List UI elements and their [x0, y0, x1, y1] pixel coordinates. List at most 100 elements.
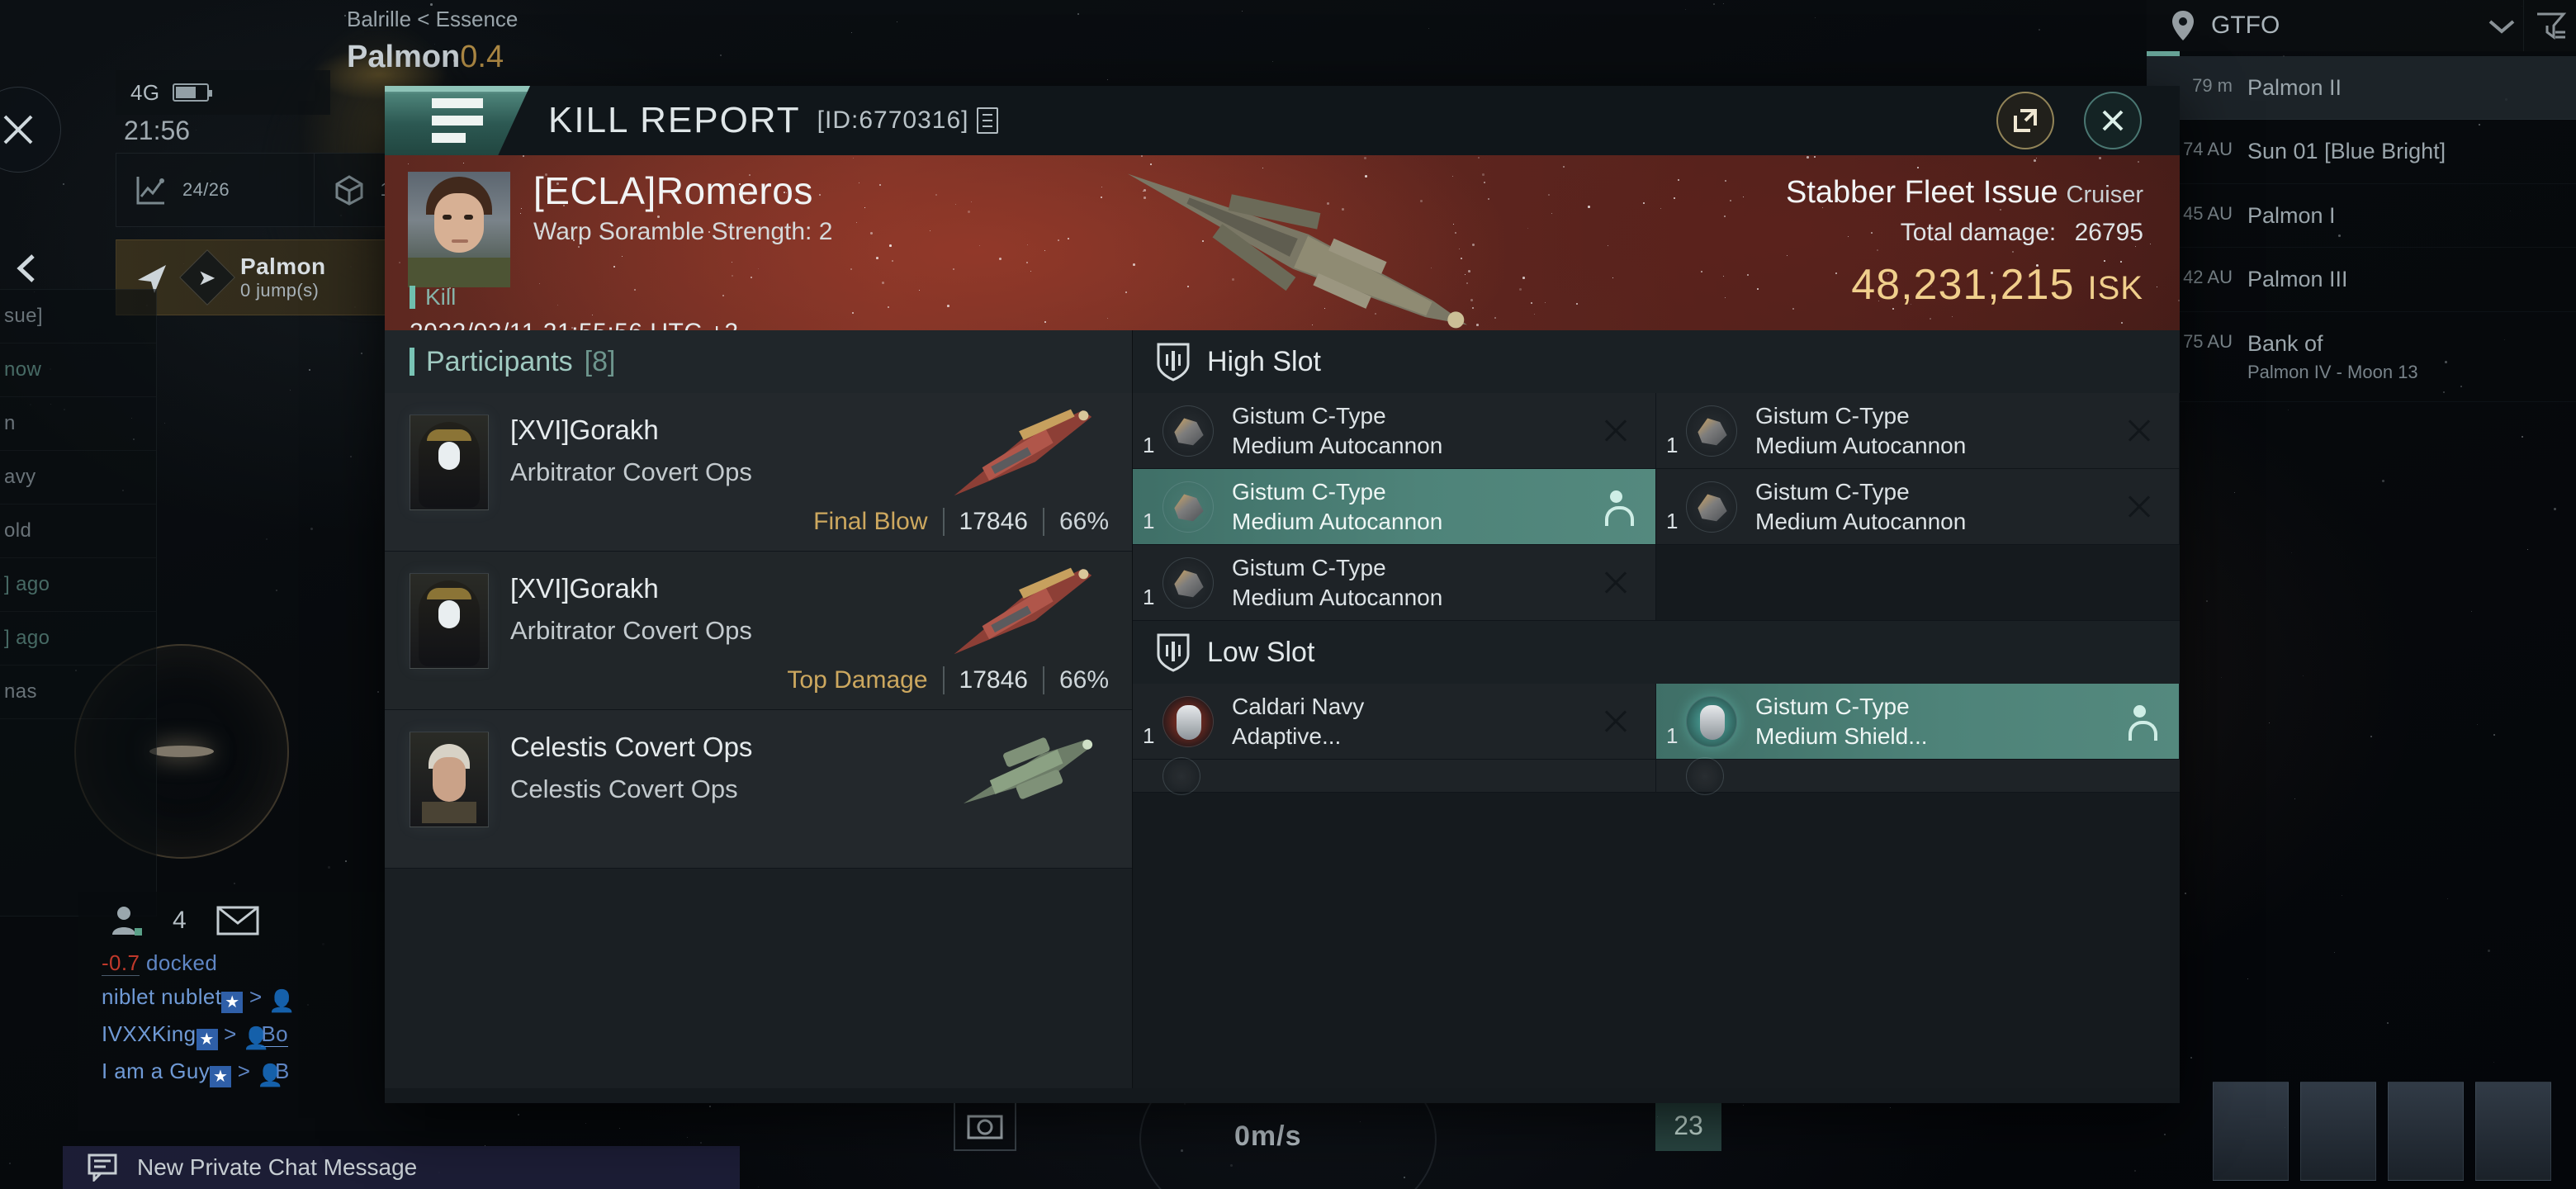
chat-arrow: >: [249, 984, 263, 1009]
close-icon: [2102, 110, 2124, 131]
camera-icon: [967, 1115, 1003, 1139]
camera-button[interactable]: [954, 1100, 1016, 1151]
location-filter-bar[interactable]: GTFO: [2147, 0, 2576, 51]
location-list-item[interactable]: 42 AU Palmon III: [2147, 248, 2576, 312]
bg-left-log-panel[interactable]: sue] now n avy old ] ago ] ago nas: [0, 289, 157, 917]
victim-portrait[interactable]: [408, 172, 510, 287]
close-icon[interactable]: [2118, 410, 2161, 452]
location-list-item[interactable]: 74 AU Sun 01 [Blue Bright]: [2147, 120, 2576, 184]
participant-stats: Final Blow 17846 66%: [813, 508, 1109, 536]
autocannon-icon: [1686, 481, 1737, 533]
module-name-line1: Gistum C-Type: [1755, 478, 1910, 504]
route-jumps: 0 jump(s): [240, 280, 320, 301]
module-quantity: 1: [1666, 433, 1679, 457]
kill-tag-row: Kill: [410, 284, 456, 310]
slot-shield-icon: [1157, 633, 1190, 672]
chat-name: IVXXKing: [102, 1021, 197, 1046]
avatar[interactable]: [410, 414, 489, 510]
chat-line[interactable]: -0.7 docked: [78, 946, 425, 980]
isk-value: 48,231,215: [1851, 261, 2075, 309]
table-row[interactable]: [XVI]Gorakh Arbitrator Covert Ops Final …: [385, 393, 1132, 552]
list-item[interactable]: 1 Gistum C-Type Medium Autocannon: [1656, 393, 2180, 469]
close-icon[interactable]: [1594, 561, 1637, 604]
person-icon[interactable]: [1594, 486, 1637, 528]
module-name-line1: Gistum C-Type: [1232, 554, 1386, 580]
low-slot-modules: 1 Caldari Navy Adaptive... 1 Gistum C-Ty…: [1133, 684, 2180, 795]
low-slot-header: Low Slot: [1133, 621, 2180, 684]
location-list-item[interactable]: 79 m Palmon II: [2147, 56, 2576, 121]
chat-line[interactable]: niblet nublet ★ > 👤: [78, 980, 425, 1017]
location-list-item[interactable]: 45 AU Palmon I: [2147, 184, 2576, 249]
expand-button[interactable]: [1996, 92, 2054, 149]
module-badge[interactable]: 23: [1655, 1100, 1721, 1151]
location-name-wrap: Palmon II: [2247, 74, 2555, 101]
kill-tag-label: Kill: [425, 284, 457, 310]
chat-arrow: >: [224, 1021, 237, 1046]
module-name-line2: Medium Autocannon: [1755, 432, 1967, 458]
module-name-line1: Gistum C-Type: [1232, 478, 1386, 504]
location-list[interactable]: 79 m Palmon II 74 AU Sun 01 [Blue Bright…: [2147, 56, 2576, 403]
chevron-down-icon[interactable]: [2480, 13, 2523, 38]
module-slot-icon[interactable]: [2213, 1082, 2289, 1181]
module-slot-icon[interactable]: [2388, 1082, 2464, 1181]
list-item[interactable]: 1 Gistum C-Type Medium Autocannon: [1133, 469, 1656, 545]
list-item[interactable]: 1 Gistum C-Type Medium Autocannon: [1133, 393, 1656, 469]
participant-name: [XVI]Gorakh: [510, 414, 659, 445]
chat-name: I am a Guy: [102, 1059, 211, 1083]
module-name-line1: Caldari Navy: [1232, 693, 1365, 719]
module-partial-row[interactable]: [1656, 756, 2180, 795]
chat-line[interactable]: IVXXKing ★ > 👤Bo: [78, 1017, 425, 1054]
victim-ship-class: Cruiser: [2066, 182, 2143, 208]
bg-location-chain: Balrille < Essence: [347, 7, 518, 32]
list-item[interactable]: 1 Caldari Navy Adaptive...: [1133, 684, 1656, 760]
person-icon[interactable]: [2118, 700, 2161, 743]
close-icon[interactable]: [1594, 410, 1637, 452]
location-name-wrap: Palmon I: [2247, 202, 2555, 229]
close-icon[interactable]: [1594, 700, 1637, 743]
participant-damage: 17846: [959, 666, 1028, 694]
copy-icon[interactable]: [977, 107, 999, 134]
battery-icon: [173, 83, 213, 102]
funnel-icon[interactable]: [2523, 0, 2576, 51]
page-title: KILL REPORT: [548, 100, 801, 140]
module-text: Gistum C-Type Medium Autocannon: [1232, 553, 1442, 613]
avatar[interactable]: [410, 573, 489, 669]
bg-chat-panel[interactable]: 4 -0.7 docked niblet nublet ★ > 👤 IVXXKin…: [78, 892, 425, 1131]
module-text: Gistum C-Type Medium Autocannon: [1755, 401, 1966, 461]
module-quantity: 1: [1143, 509, 1155, 533]
mail-icon[interactable]: [216, 905, 259, 936]
table-row[interactable]: [XVI]Gorakh Arbitrator Covert Ops Top Da…: [385, 552, 1132, 710]
avatar[interactable]: [410, 732, 489, 827]
table-row[interactable]: Celestis Covert Ops Celestis Covert Ops: [385, 710, 1132, 869]
chat-line[interactable]: I am a Guy ★ > 👤B: [78, 1054, 425, 1092]
hud-stat-cell[interactable]: 24/26: [116, 154, 315, 226]
log-item: ] ago: [0, 612, 156, 666]
log-item: sue]: [0, 290, 156, 343]
location-list-item[interactable]: 75 AU Bank of Palmon IV - Moon 13: [2147, 312, 2576, 403]
new-private-chat-message-bar[interactable]: New Private Chat Message: [63, 1146, 740, 1189]
module-partial-row[interactable]: [1133, 756, 1656, 795]
close-icon[interactable]: [2118, 486, 2161, 528]
victim-name[interactable]: [ECLA]Romeros: [533, 168, 832, 213]
list-item[interactable]: 1 Gistum C-Type Medium Autocannon: [1656, 469, 2180, 545]
location-name: Palmon I: [2247, 202, 2336, 228]
modal-title-actions: [1996, 92, 2180, 149]
bg-current-system-name: Palmon: [347, 40, 461, 74]
participants-count: [8]: [584, 345, 616, 377]
module-slot-icon[interactable]: [2475, 1082, 2551, 1181]
victim-ship-row: Stabber Fleet Issue Cruiser: [1786, 175, 2143, 211]
kill-timestamp: 2022/02/11 21:55:56 UTC +2: [410, 319, 739, 330]
total-damage-label: Total damage:: [1900, 219, 2057, 246]
shield-booster-icon: [1686, 695, 1737, 747]
close-button[interactable]: [2084, 92, 2142, 149]
high-slot-modules: 1 Gistum C-Type Medium Autocannon 1 Gist…: [1133, 393, 2180, 621]
list-item[interactable]: 1 Gistum C-Type Medium Autocannon: [1133, 545, 1656, 621]
victim-ship-art: [1127, 173, 1467, 329]
person-icon: [112, 907, 142, 936]
security-status: -0.7: [102, 950, 140, 976]
list-item[interactable]: 1 Gistum C-Type Medium Shield...: [1656, 684, 2180, 760]
hamburger-menu-button[interactable]: [385, 86, 530, 155]
victim-banner: [ECLA]Romeros Warp Soramble Strength: 2 …: [385, 155, 2180, 330]
module-slot-icon[interactable]: [2300, 1082, 2376, 1181]
bg-location-chain-text: Balrille < Essence: [347, 7, 519, 31]
